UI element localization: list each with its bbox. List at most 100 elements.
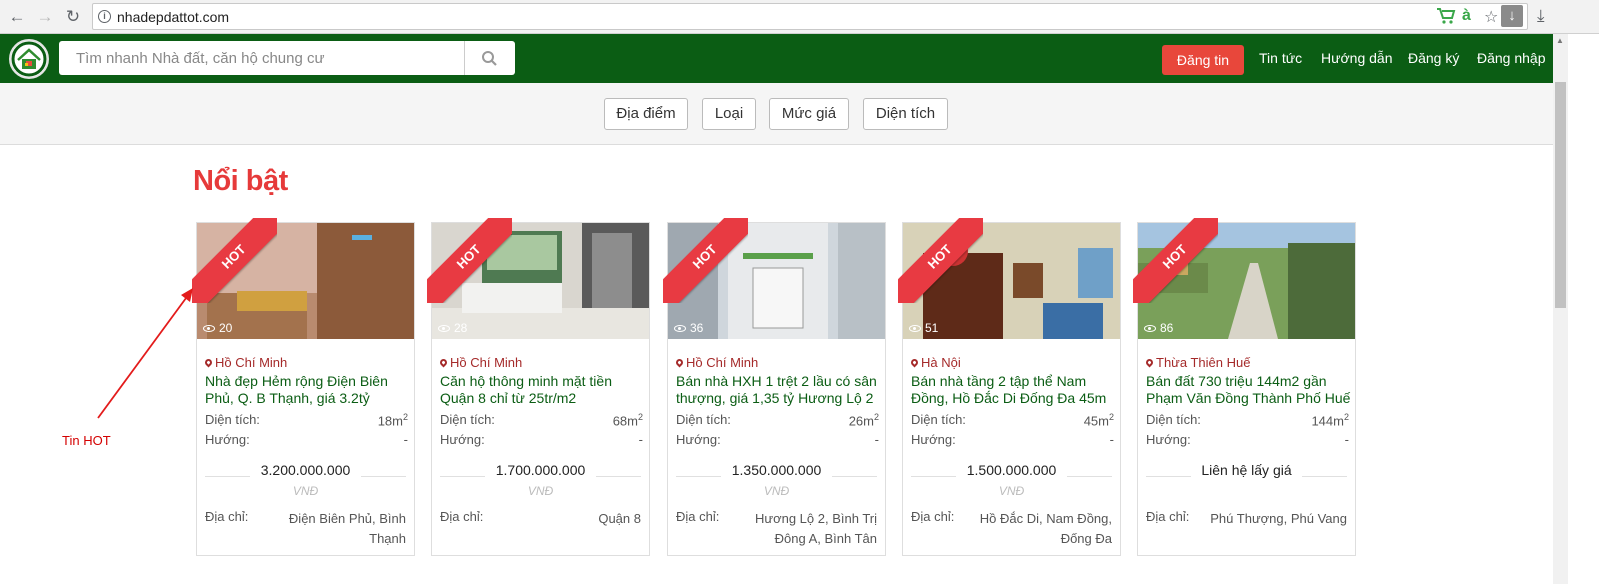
- browser-toolbar: ← → ↻ i nhadepdattot.com à ☆ ↓ ⤓: [0, 0, 1599, 34]
- area-value: 68m2: [612, 412, 643, 429]
- direction-row: Hướng: -: [205, 432, 408, 447]
- back-arrow-icon[interactable]: ←: [6, 6, 28, 28]
- featured-section-title: Nổi bật: [193, 165, 288, 197]
- page-scrollbar[interactable]: ▲: [1553, 34, 1568, 584]
- hot-ribbon-label: HOT: [1133, 218, 1218, 303]
- listing-title-link[interactable]: Bán nhà tầng 2 tập thể Nam Đồng, Hồ Đắc …: [911, 373, 1117, 407]
- area-label: Diện tích:: [440, 412, 495, 427]
- area-value: 18m2: [377, 412, 408, 429]
- direction-label: Hướng:: [911, 432, 956, 447]
- search-input[interactable]: [59, 41, 464, 75]
- price-unit: VNĐ: [527, 484, 554, 498]
- price-divider-left: [440, 476, 485, 477]
- search-box: [59, 41, 515, 75]
- view-count: 86: [1144, 321, 1173, 335]
- filter-area-button[interactable]: Diện tích: [863, 98, 948, 130]
- area-row: Diện tích: 18m2: [205, 412, 408, 429]
- direction-row: Hướng: -: [676, 432, 879, 447]
- direction-value: -: [403, 432, 408, 447]
- area-label: Diện tích:: [911, 412, 966, 427]
- direction-value: -: [874, 432, 879, 447]
- address-label: Địa chỉ:: [205, 509, 249, 524]
- area-value: 26m2: [848, 412, 879, 429]
- filter-location-button[interactable]: Địa điểm: [604, 98, 688, 130]
- forward-arrow-icon[interactable]: →: [34, 6, 56, 28]
- direction-row: Hướng: -: [440, 432, 643, 447]
- listing-location: Hồ Chí Minh: [203, 355, 287, 370]
- post-listing-button[interactable]: Đăng tin: [1162, 45, 1244, 75]
- area-label: Diện tích:: [676, 412, 731, 427]
- view-count: 28: [438, 321, 467, 335]
- scroll-up-icon[interactable]: ▲: [1556, 36, 1564, 45]
- hot-ribbon: HOT: [192, 218, 277, 303]
- area-label: Diện tích:: [205, 412, 260, 427]
- price-divider-left: [911, 476, 956, 477]
- listing-location: Hồ Chí Minh: [438, 355, 522, 370]
- price-divider-left: [676, 476, 721, 477]
- listing-location: Thừa Thiên Huế: [1144, 355, 1250, 370]
- area-value: 45m2: [1083, 412, 1114, 429]
- address-value: Hồ Đắc Di, Nam Đồng, Đống Đa: [979, 511, 1112, 546]
- reload-icon[interactable]: ↻: [62, 6, 84, 28]
- site-logo[interactable]: [9, 39, 49, 79]
- listing-card[interactable]: 51 HOT Hà Nội Bán nhà tầng 2 tập thể Nam Đồ…: [898, 218, 1121, 556]
- scrollbar-thumb[interactable]: [1555, 82, 1566, 308]
- listing-title-link[interactable]: Bán nhà HXH 1 trệt 2 lầu có sân thượng, …: [676, 373, 882, 407]
- bookmark-star-icon[interactable]: ☆: [1484, 7, 1498, 27]
- direction-row: Hướng: -: [911, 432, 1114, 447]
- price-divider-left: [1146, 476, 1191, 477]
- hot-ribbon-label: HOT: [898, 218, 983, 303]
- filter-bar: Địa điểm Loại Mức giá Diện tích: [0, 83, 1553, 145]
- nav-login-link[interactable]: Đăng nhập: [1477, 50, 1546, 66]
- search-icon: [482, 51, 497, 66]
- listing-title-link[interactable]: Nhà đẹp Hẻm rộng Điện Biên Phủ, Q. B Thạ…: [205, 373, 411, 407]
- direction-value: -: [1344, 432, 1349, 447]
- eye-icon: [909, 325, 921, 333]
- price-divider-left: [205, 476, 250, 477]
- price-unit: VNĐ: [292, 484, 319, 498]
- location-pin-icon: [203, 357, 214, 368]
- view-count: 20: [203, 321, 232, 335]
- price-divider-right: [832, 476, 877, 477]
- address-label: Địa chỉ:: [911, 509, 955, 524]
- listing-location: Hà Nội: [909, 355, 961, 370]
- translate-extension-icon[interactable]: à: [1462, 7, 1471, 25]
- hot-ribbon-label: HOT: [663, 218, 748, 303]
- listing-card[interactable]: 20 HOT Hồ Chí Minh Nhà đẹp Hẻm rộng Điện Bi…: [192, 218, 415, 556]
- nav-news-link[interactable]: Tin tức: [1259, 50, 1302, 66]
- download-icon[interactable]: ⤓: [1537, 6, 1545, 26]
- view-count: 36: [674, 321, 703, 335]
- cart-extension-icon[interactable]: [1436, 7, 1456, 30]
- listing-card[interactable]: 28 HOT Hồ Chí Minh Căn hộ thông minh mặt ti…: [427, 218, 650, 556]
- info-icon[interactable]: i: [98, 10, 111, 23]
- location-pin-icon: [438, 357, 449, 368]
- filter-type-button[interactable]: Loại: [702, 98, 756, 130]
- listing-card[interactable]: 36 HOT Hồ Chí Minh Bán nhà HXH 1 trệt 2 lầu…: [663, 218, 886, 556]
- eye-icon: [1144, 325, 1156, 333]
- location-pin-icon: [674, 357, 685, 368]
- direction-label: Hướng:: [1146, 432, 1191, 447]
- listing-card[interactable]: 86 HOT Thừa Thiên Huế Bán đất 730 triệu 144…: [1133, 218, 1356, 556]
- hot-ribbon: HOT: [1133, 218, 1218, 303]
- download-status-icon[interactable]: ↓: [1501, 5, 1523, 27]
- direction-value: -: [638, 432, 643, 447]
- address-value: Phú Thượng, Phú Vang: [1210, 511, 1347, 526]
- url-text[interactable]: nhadepdattot.com: [117, 9, 229, 25]
- direction-label: Hướng:: [205, 432, 250, 447]
- search-button[interactable]: [464, 41, 515, 75]
- listing-title-link[interactable]: Căn hộ thông minh mặt tiền Quận 8 chỉ từ…: [440, 373, 646, 407]
- location-pin-icon: [909, 357, 920, 368]
- address-value: Quận 8: [598, 511, 641, 526]
- direction-row: Hướng: -: [1146, 432, 1349, 447]
- address-bar[interactable]: i nhadepdattot.com à ☆: [92, 3, 1528, 30]
- price-divider-right: [361, 476, 406, 477]
- price-divider-right: [596, 476, 641, 477]
- site-header: Đăng tin Tin tức Hướng dẫn Đăng ký Đăng …: [0, 34, 1553, 83]
- listing-title-link[interactable]: Bán đất 730 triệu 144m2 gần Phạm Văn Đồn…: [1146, 373, 1352, 407]
- nav-guide-link[interactable]: Hướng dẫn: [1321, 50, 1392, 66]
- nav-register-link[interactable]: Đăng ký: [1408, 50, 1459, 66]
- filter-price-button[interactable]: Mức giá: [769, 98, 849, 130]
- address-label: Địa chỉ:: [676, 509, 720, 524]
- eye-icon: [438, 325, 450, 333]
- eye-icon: [674, 325, 686, 333]
